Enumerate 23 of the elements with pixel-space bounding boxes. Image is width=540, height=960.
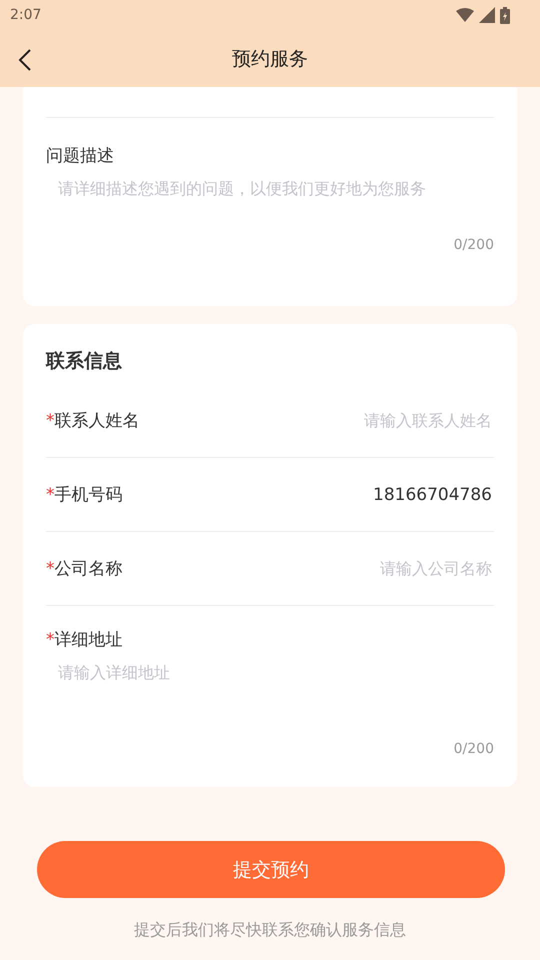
field-label: 手机号码 (54, 485, 122, 505)
field-label: 问题描述 (46, 145, 115, 167)
field-label: 联系人姓名 (54, 411, 140, 431)
input-field[interactable]: 请输入公司名称 (270, 558, 494, 579)
required-mark: * (46, 411, 54, 431)
field-label: 公司名称 (54, 559, 122, 579)
section-title: 联系信息 (46, 349, 123, 374)
required-mark: * (46, 630, 54, 650)
page-title: 预约服务 (232, 46, 308, 72)
address-field[interactable]: 请输入详细地址 (46, 651, 494, 741)
footer-note: 提交后我们将尽快联系您确认服务信息 (133, 920, 407, 941)
char-counter: 0/200 (452, 741, 494, 757)
input-field[interactable]: 18166704786 (270, 484, 494, 506)
signal-icon (479, 7, 495, 23)
field-label: 详细地址 (54, 630, 122, 650)
description-field[interactable]: 请详细描述您遇到的问题，以便我们更好地为您服务 (46, 167, 494, 237)
battery-icon (500, 6, 510, 24)
status-time: 2:07 (10, 7, 42, 23)
wifi-icon (456, 8, 474, 22)
required-mark: * (46, 485, 54, 505)
required-mark: * (46, 559, 54, 579)
input-field[interactable]: 请输入联系人姓名 (270, 410, 494, 431)
char-counter: 0/200 (452, 237, 494, 253)
